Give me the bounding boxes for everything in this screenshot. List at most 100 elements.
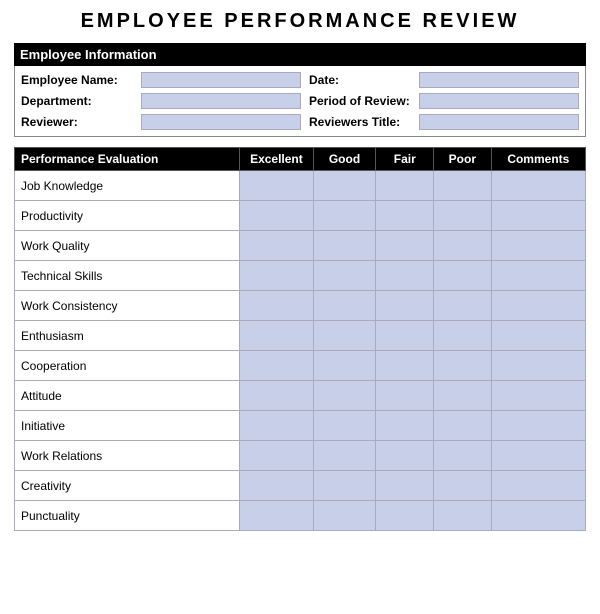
page-title: EMPLOYEE PERFORMANCE REVIEW xyxy=(14,10,586,33)
reviewer-label: Reviewer: xyxy=(21,115,141,129)
category-cell: Attitude xyxy=(15,381,240,411)
info-section-header: Employee Information xyxy=(14,43,586,66)
good-cell[interactable] xyxy=(313,501,376,531)
fair-cell[interactable] xyxy=(376,231,434,261)
table-row[interactable]: Productivity xyxy=(15,201,586,231)
comments-cell[interactable] xyxy=(491,321,585,351)
comments-cell[interactable] xyxy=(491,261,585,291)
excellent-cell[interactable] xyxy=(240,501,313,531)
table-row[interactable]: Punctuality xyxy=(15,501,586,531)
fair-cell[interactable] xyxy=(376,201,434,231)
excellent-cell[interactable] xyxy=(240,411,313,441)
fair-cell[interactable] xyxy=(376,381,434,411)
col-header-category: Performance Evaluation xyxy=(15,148,240,171)
good-cell[interactable] xyxy=(313,471,376,501)
table-row[interactable]: Creativity xyxy=(15,471,586,501)
fair-cell[interactable] xyxy=(376,261,434,291)
excellent-cell[interactable] xyxy=(240,351,313,381)
table-row[interactable]: Enthusiasm xyxy=(15,321,586,351)
department-field[interactable] xyxy=(141,93,301,109)
poor-cell[interactable] xyxy=(434,471,492,501)
table-row[interactable]: Job Knowledge xyxy=(15,171,586,201)
category-cell: Initiative xyxy=(15,411,240,441)
excellent-cell[interactable] xyxy=(240,471,313,501)
good-cell[interactable] xyxy=(313,291,376,321)
info-row-name: Employee Name: Date: xyxy=(21,72,579,88)
category-cell: Cooperation xyxy=(15,351,240,381)
info-row-dept: Department: Period of Review: xyxy=(21,93,579,109)
good-cell[interactable] xyxy=(313,231,376,261)
fair-cell[interactable] xyxy=(376,351,434,381)
reviewer-title-field[interactable] xyxy=(419,114,579,130)
date-label: Date: xyxy=(309,73,419,87)
excellent-cell[interactable] xyxy=(240,441,313,471)
excellent-cell[interactable] xyxy=(240,291,313,321)
good-cell[interactable] xyxy=(313,261,376,291)
excellent-cell[interactable] xyxy=(240,321,313,351)
good-cell[interactable] xyxy=(313,171,376,201)
table-row[interactable]: Initiative xyxy=(15,411,586,441)
poor-cell[interactable] xyxy=(434,441,492,471)
excellent-cell[interactable] xyxy=(240,381,313,411)
poor-cell[interactable] xyxy=(434,381,492,411)
fair-cell[interactable] xyxy=(376,471,434,501)
reviewer-title-label: Reviewers Title: xyxy=(309,115,419,129)
excellent-cell[interactable] xyxy=(240,201,313,231)
date-field[interactable] xyxy=(419,72,579,88)
good-cell[interactable] xyxy=(313,381,376,411)
good-cell[interactable] xyxy=(313,441,376,471)
comments-cell[interactable] xyxy=(491,381,585,411)
poor-cell[interactable] xyxy=(434,351,492,381)
fair-cell[interactable] xyxy=(376,501,434,531)
comments-cell[interactable] xyxy=(491,351,585,381)
table-row[interactable]: Cooperation xyxy=(15,351,586,381)
poor-cell[interactable] xyxy=(434,261,492,291)
excellent-cell[interactable] xyxy=(240,231,313,261)
good-cell[interactable] xyxy=(313,411,376,441)
reviewer-field[interactable] xyxy=(141,114,301,130)
info-row-reviewer: Reviewer: Reviewers Title: xyxy=(21,114,579,130)
table-row[interactable]: Work Consistency xyxy=(15,291,586,321)
table-row[interactable]: Attitude xyxy=(15,381,586,411)
poor-cell[interactable] xyxy=(434,501,492,531)
comments-cell[interactable] xyxy=(491,201,585,231)
excellent-cell[interactable] xyxy=(240,171,313,201)
good-cell[interactable] xyxy=(313,201,376,231)
col-header-good: Good xyxy=(313,148,376,171)
category-cell: Work Consistency xyxy=(15,291,240,321)
poor-cell[interactable] xyxy=(434,291,492,321)
comments-cell[interactable] xyxy=(491,291,585,321)
poor-cell[interactable] xyxy=(434,321,492,351)
excellent-cell[interactable] xyxy=(240,261,313,291)
fair-cell[interactable] xyxy=(376,441,434,471)
comments-cell[interactable] xyxy=(491,471,585,501)
poor-cell[interactable] xyxy=(434,171,492,201)
comments-cell[interactable] xyxy=(491,171,585,201)
fair-cell[interactable] xyxy=(376,321,434,351)
category-cell: Work Quality xyxy=(15,231,240,261)
comments-cell[interactable] xyxy=(491,231,585,261)
fair-cell[interactable] xyxy=(376,171,434,201)
category-cell: Job Knowledge xyxy=(15,171,240,201)
poor-cell[interactable] xyxy=(434,231,492,261)
col-header-excellent: Excellent xyxy=(240,148,313,171)
period-field[interactable] xyxy=(419,93,579,109)
good-cell[interactable] xyxy=(313,351,376,381)
col-header-fair: Fair xyxy=(376,148,434,171)
comments-cell[interactable] xyxy=(491,441,585,471)
table-row[interactable]: Work Relations xyxy=(15,441,586,471)
fair-cell[interactable] xyxy=(376,291,434,321)
fair-cell[interactable] xyxy=(376,411,434,441)
good-cell[interactable] xyxy=(313,321,376,351)
category-cell: Work Relations xyxy=(15,441,240,471)
period-label: Period of Review: xyxy=(309,94,419,108)
performance-table: Performance Evaluation Excellent Good Fa… xyxy=(14,147,586,531)
table-row[interactable]: Technical Skills xyxy=(15,261,586,291)
poor-cell[interactable] xyxy=(434,201,492,231)
comments-cell[interactable] xyxy=(491,411,585,441)
poor-cell[interactable] xyxy=(434,411,492,441)
table-row[interactable]: Work Quality xyxy=(15,231,586,261)
category-cell: Productivity xyxy=(15,201,240,231)
employee-name-field[interactable] xyxy=(141,72,301,88)
comments-cell[interactable] xyxy=(491,501,585,531)
